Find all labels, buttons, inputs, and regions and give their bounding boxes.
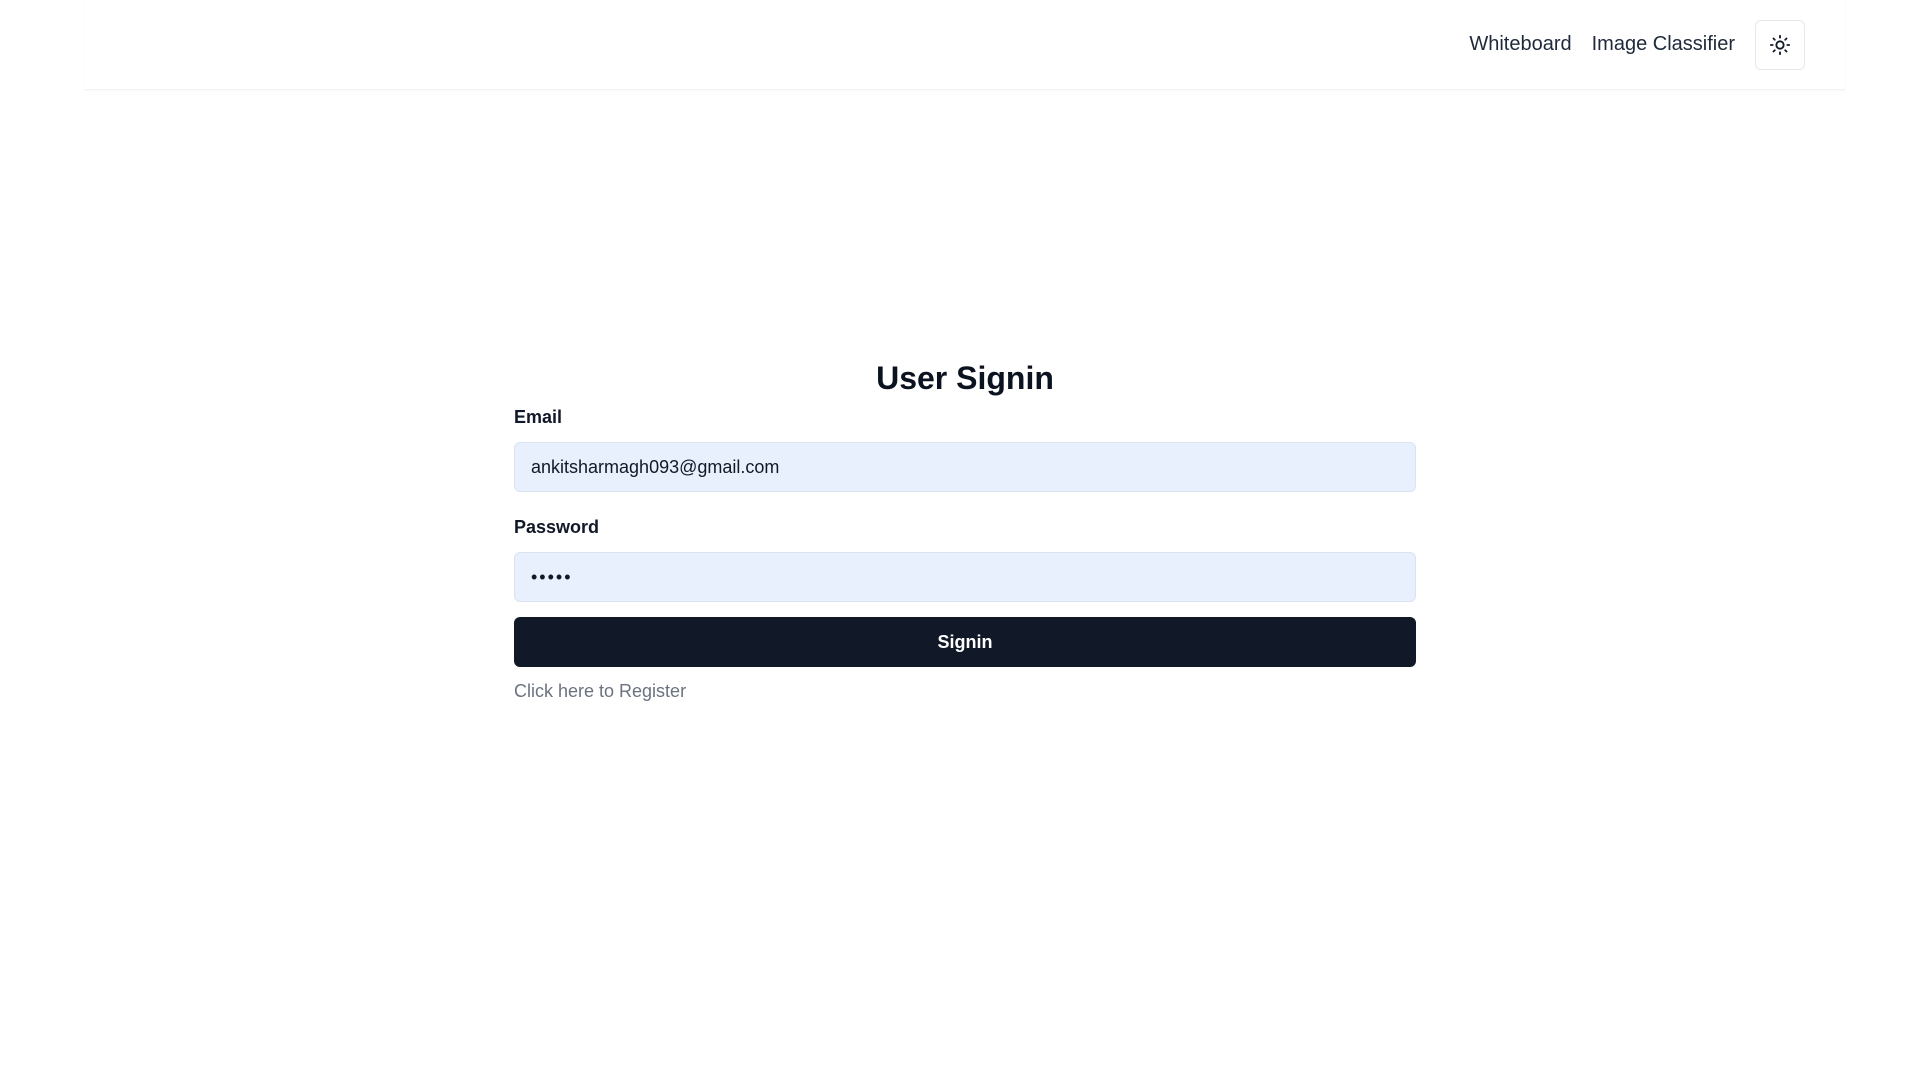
nav-link-whiteboard[interactable]: Whiteboard <box>1469 33 1571 56</box>
signin-button[interactable]: Signin <box>514 617 1416 667</box>
theme-toggle-button[interactable] <box>1755 19 1805 70</box>
email-field[interactable] <box>514 442 1416 492</box>
password-field[interactable] <box>514 552 1416 602</box>
page-title: User Signin <box>876 360 1054 396</box>
password-label: Password <box>514 517 600 537</box>
top-navbar: Whiteboard Image Classifier <box>85 0 1845 90</box>
signin-form: User Signin Email Password Signin Click … <box>514 356 1416 702</box>
register-link[interactable]: Click here to Register <box>514 681 686 702</box>
sun-icon <box>1769 34 1791 55</box>
nav-link-image-classifier[interactable]: Image Classifier <box>1592 33 1735 56</box>
email-label: Email <box>514 407 563 427</box>
